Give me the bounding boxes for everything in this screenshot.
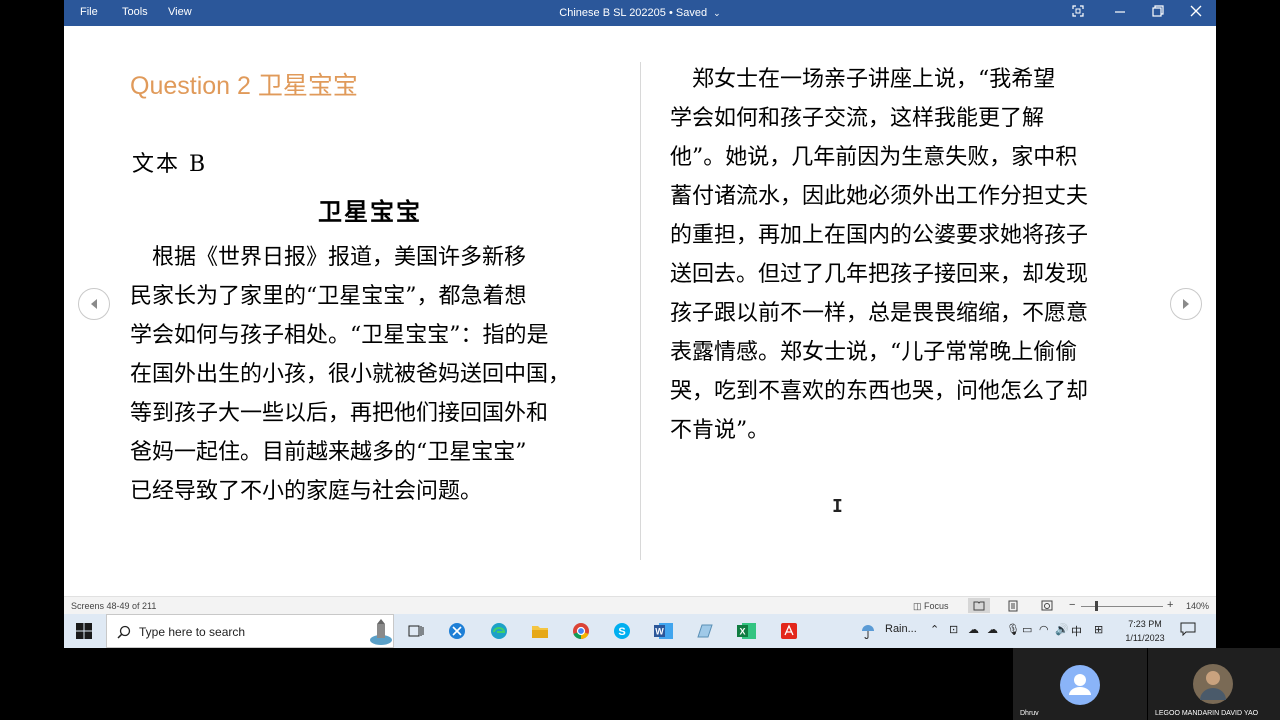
svg-text:S: S xyxy=(618,626,625,638)
zoom-slider-thumb[interactable] xyxy=(1095,601,1098,611)
battery-icon[interactable]: ▭ xyxy=(1022,623,1032,636)
web-icon xyxy=(1041,600,1053,611)
left-column-text: 根据《世界日报》报道，美国许多新移 民家长为了家里的“卫星宝宝”，都急着想 学会… xyxy=(130,238,620,511)
search-icon xyxy=(117,625,131,639)
text-line: 孩子跟以前不一样，总是畏畏缩缩，不愿意 xyxy=(670,301,1089,326)
excel-icon[interactable]: X xyxy=(737,621,757,641)
column-divider xyxy=(640,62,641,560)
zoom-in-button[interactable]: + xyxy=(1167,599,1173,611)
zoom-level[interactable]: 140% xyxy=(1186,601,1209,611)
keyboard-layout-icon[interactable]: ⊞ xyxy=(1094,623,1103,636)
text-line: 郑女士在一场亲子讲座上说，“我希望 xyxy=(670,67,1056,92)
text-line: 不肯说”。 xyxy=(670,418,770,443)
document-name: Chinese B SL 202205 xyxy=(559,7,666,19)
windows-taskbar: Type here to search S W X Rain... ⌃ ⊡ ☁ … xyxy=(64,614,1216,648)
focus-icon: ◫ xyxy=(913,601,922,611)
text-cursor-icon: I xyxy=(832,496,843,517)
previous-screen-button[interactable] xyxy=(78,288,110,320)
search-highlight-icon xyxy=(370,619,392,645)
skype-icon[interactable]: S xyxy=(612,621,632,641)
save-status: Saved xyxy=(675,7,708,19)
task-view-icon[interactable] xyxy=(406,621,426,641)
weather-label[interactable]: Rain... xyxy=(885,623,917,635)
edge-browser-icon[interactable] xyxy=(489,621,509,641)
notes-app-icon[interactable] xyxy=(695,621,715,641)
notification-icon[interactable] xyxy=(1180,622,1196,641)
zoom-out-button[interactable]: − xyxy=(1069,599,1075,611)
windows-start-icon[interactable] xyxy=(74,621,94,641)
text-line: 民家长为了家里的“卫星宝宝”，都急着想 xyxy=(130,284,527,309)
document-page: Question 2 卫星宝宝 文本 B 卫星宝宝 根据《世界日报》报道，美国许… xyxy=(64,26,1216,596)
clock-time: 7:23 PM xyxy=(1128,619,1162,629)
microphone-icon[interactable]: 🎙 xyxy=(1006,623,1020,636)
next-screen-button[interactable] xyxy=(1170,288,1202,320)
question-title: Question 2 卫星宝宝 xyxy=(130,72,358,100)
text-line: 蓄付诸流水，因此她必须外出工作分担丈夫 xyxy=(670,184,1089,209)
text-line: 等到孩子大一些以后，再把他们接回国外和 xyxy=(130,401,549,426)
print-layout-button[interactable] xyxy=(1002,598,1024,613)
word-window: File Tools View Chinese B SL 202205 • Sa… xyxy=(64,0,1216,648)
avatar xyxy=(1193,664,1233,704)
participant-name: LEGOO MANDARIN DAVID YAO xyxy=(1155,710,1259,717)
volume-icon[interactable]: 🔊 xyxy=(1055,623,1069,636)
svg-text:W: W xyxy=(655,627,664,637)
text-line: 的重担，再加上在国内的公婆要求她将孩子 xyxy=(670,223,1089,248)
article-title: 卫星宝宝 xyxy=(318,197,422,226)
minimize-button[interactable] xyxy=(1114,5,1126,20)
system-clock[interactable]: 7:23 PM 1/11/2023 xyxy=(1122,617,1168,645)
snipping-tool-icon[interactable] xyxy=(447,621,467,641)
word-icon[interactable]: W xyxy=(654,621,674,641)
text-line: 学会如何和孩子交流，这样我能更了解 xyxy=(670,106,1045,131)
chevron-up-icon[interactable]: ⌃ xyxy=(930,623,939,636)
participant-tile-david-yao[interactable]: LEGOO MANDARIN DAVID YAO xyxy=(1148,648,1280,720)
document-title[interactable]: Chinese B SL 202205 • Saved ⌄ xyxy=(64,7,1216,19)
focus-mode-icon[interactable] xyxy=(1072,5,1084,20)
ime-indicator[interactable]: 中 xyxy=(1071,623,1082,639)
status-bar: Screens 48-49 of 211 ◫ Focus − + 140% xyxy=(64,596,1216,615)
focus-button[interactable]: ◫ Focus xyxy=(913,601,949,612)
web-layout-button[interactable] xyxy=(1036,598,1058,613)
taskbar-search-box[interactable]: Type here to search xyxy=(106,614,394,648)
network-drive-icon[interactable]: ⊡ xyxy=(949,623,958,636)
right-column-text: 郑女士在一场亲子讲座上说，“我希望 学会如何和孩子交流，这样我能更了解 他”。她… xyxy=(670,60,1170,450)
acrobat-icon[interactable] xyxy=(779,621,799,641)
zoom-slider[interactable] xyxy=(1081,606,1163,607)
text-line: 学会如何与孩子相处。“卫星宝宝”：指的是 xyxy=(130,323,549,348)
participant-tile-dhruv[interactable]: Dhruv xyxy=(1013,648,1147,720)
text-line: 他”。她说，几年前因为生意失败，家中积 xyxy=(670,145,1078,170)
participant-name: Dhruv xyxy=(1020,710,1039,717)
search-placeholder: Type here to search xyxy=(139,625,246,639)
screen-count: Screens 48-49 of 211 xyxy=(71,601,157,611)
clock-date: 1/11/2023 xyxy=(1125,633,1165,643)
text-line: 爸妈一起住。目前越来越多的“卫星宝宝” xyxy=(130,440,527,465)
wifi-icon[interactable]: ◠ xyxy=(1039,623,1049,636)
text-line: 送回去。但过了几年把孩子接回来，却发现 xyxy=(670,262,1089,287)
weather-icon[interactable] xyxy=(858,621,878,641)
avatar-icon xyxy=(1060,665,1100,705)
book-icon xyxy=(973,601,985,610)
title-bar: File Tools View Chinese B SL 202205 • Sa… xyxy=(64,0,1216,26)
text-line: 根据《世界日报》报道，美国许多新移 xyxy=(130,245,527,270)
chevron-down-icon: ⌄ xyxy=(713,8,721,18)
cloud-icon[interactable]: ☁ xyxy=(968,623,979,636)
chevron-left-icon xyxy=(91,299,97,309)
text-line: 已经导致了不小的家庭与社会问题。 xyxy=(130,479,483,504)
close-button[interactable] xyxy=(1190,5,1202,20)
text-line: 表露情感。郑女士说，“儿子常常晚上偷偷 xyxy=(670,340,1078,365)
page-icon xyxy=(1008,600,1018,611)
svg-text:X: X xyxy=(739,627,745,637)
text-line: 哭，吃到不喜欢的东西也哭，问他怎么了却 xyxy=(670,379,1089,404)
focus-label: Focus xyxy=(924,601,949,611)
text-label: 文本 B xyxy=(132,152,208,177)
restore-button[interactable] xyxy=(1152,5,1164,20)
text-line: 在国外出生的小孩，很小就被爸妈送回中国， xyxy=(130,362,571,387)
onedrive-icon[interactable]: ☁ xyxy=(987,623,998,636)
chevron-right-icon xyxy=(1183,299,1189,309)
read-mode-button[interactable] xyxy=(968,598,990,613)
chrome-icon[interactable] xyxy=(571,621,591,641)
file-explorer-icon[interactable] xyxy=(530,621,550,641)
